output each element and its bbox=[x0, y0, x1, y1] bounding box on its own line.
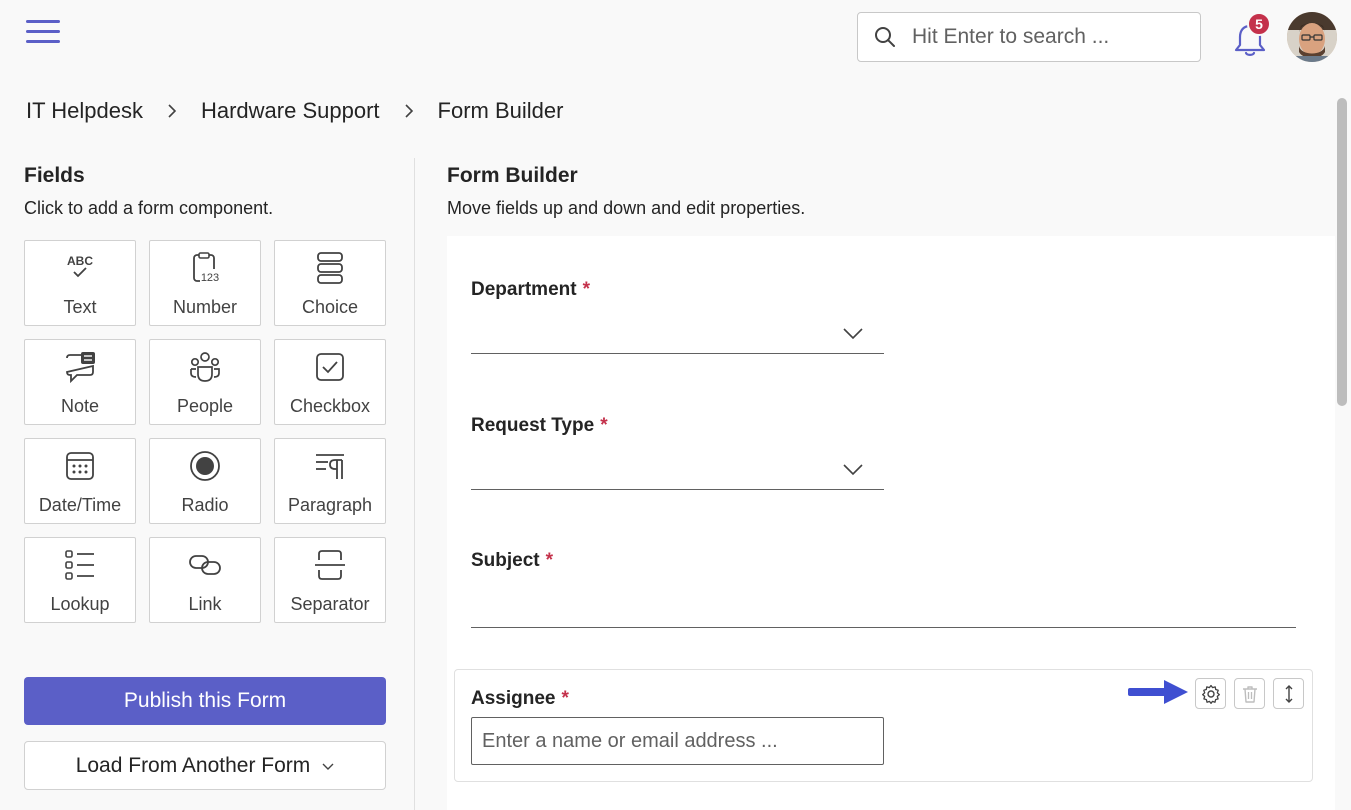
avatar[interactable] bbox=[1287, 12, 1337, 62]
search-input[interactable] bbox=[910, 24, 1190, 50]
field-tile-checkbox[interactable]: Checkbox bbox=[274, 339, 386, 425]
scrollbar-thumb[interactable] bbox=[1337, 98, 1347, 406]
field-tile-date-time[interactable]: Date/Time bbox=[24, 438, 136, 524]
move-field-button[interactable] bbox=[1273, 678, 1304, 709]
required-marker: * bbox=[600, 415, 608, 436]
department-dropdown[interactable] bbox=[471, 320, 884, 354]
field-label-text: Assignee bbox=[471, 688, 556, 709]
breadcrumb: IT Helpdesk Hardware Support Form Builde… bbox=[26, 98, 563, 124]
radio-icon bbox=[190, 451, 220, 481]
field-tile-paragraph[interactable]: Paragraph bbox=[274, 438, 386, 524]
checkbox-icon bbox=[316, 353, 344, 381]
breadcrumb-item-it-helpdesk[interactable]: IT Helpdesk bbox=[26, 98, 143, 124]
field-tile-label: Radio bbox=[181, 495, 229, 515]
delete-field-button[interactable] bbox=[1234, 678, 1265, 709]
settings-gear-icon bbox=[1201, 684, 1220, 704]
field-tile-choice[interactable]: Choice bbox=[274, 240, 386, 326]
load-button-label: Load From Another Form bbox=[75, 753, 311, 777]
chevron-down-icon bbox=[843, 464, 863, 476]
assignee-label: Assignee * bbox=[471, 688, 569, 710]
notification-badge: 5 bbox=[1247, 12, 1271, 36]
field-tile-label: Link bbox=[188, 594, 222, 614]
field-tile-separator[interactable]: Separator bbox=[274, 537, 386, 623]
field-settings-button[interactable] bbox=[1195, 678, 1226, 709]
pointer-arrow-icon bbox=[1128, 680, 1188, 704]
note-icon bbox=[66, 352, 95, 384]
field-tile-label: Date/Time bbox=[38, 495, 122, 515]
panel-divider bbox=[414, 158, 415, 810]
field-label-text: Request Type bbox=[471, 415, 595, 436]
field-tile-number[interactable]: 123 Number bbox=[149, 240, 261, 326]
field-tile-lookup[interactable]: Lookup bbox=[24, 537, 136, 623]
field-tile-text[interactable]: ABC Text bbox=[24, 240, 136, 326]
hamburger-menu-icon[interactable] bbox=[26, 20, 60, 44]
required-marker: * bbox=[545, 550, 554, 571]
search-icon bbox=[875, 27, 895, 47]
field-tile-note[interactable]: Note bbox=[24, 339, 136, 425]
text-abc-icon: ABC bbox=[67, 254, 93, 278]
request-type-dropdown[interactable] bbox=[471, 456, 884, 490]
svg-text:ABC: ABC bbox=[67, 254, 93, 268]
fields-subtitle: Click to add a form component. bbox=[24, 198, 274, 218]
paragraph-icon bbox=[316, 454, 344, 479]
builder-title: Form Builder bbox=[447, 164, 578, 187]
breadcrumb-item-form-builder: Form Builder bbox=[437, 98, 564, 123]
avatar-image bbox=[1287, 12, 1337, 62]
field-palette: ABC Text 123 Number Choice Note People C… bbox=[24, 240, 386, 623]
department-label: Department * bbox=[471, 279, 590, 301]
breadcrumb-item-hardware-support[interactable]: Hardware Support bbox=[201, 98, 380, 124]
field-tile-radio[interactable]: Radio bbox=[149, 438, 261, 524]
field-tile-label: Lookup bbox=[50, 594, 110, 614]
number-123-icon: 123 bbox=[193, 252, 220, 284]
field-tile-label: Text bbox=[63, 297, 97, 317]
calendar-icon bbox=[66, 452, 94, 480]
delete-trash-icon bbox=[1242, 685, 1257, 703]
subject-label: Subject * bbox=[471, 550, 553, 572]
publish-form-button[interactable]: Publish this Form bbox=[24, 677, 386, 725]
subject-input[interactable] bbox=[471, 598, 1296, 628]
field-tile-label: Number bbox=[172, 297, 238, 317]
lookup-list-icon bbox=[65, 550, 94, 580]
field-label-text: Subject bbox=[471, 550, 540, 571]
chevron-right-icon bbox=[404, 104, 413, 118]
chevron-right-icon bbox=[168, 104, 177, 118]
move-arrows-icon bbox=[1285, 684, 1292, 703]
field-tile-link[interactable]: Link bbox=[149, 537, 261, 623]
field-tile-label: Note bbox=[60, 396, 100, 416]
fields-title: Fields bbox=[24, 164, 85, 187]
field-label-text: Department bbox=[471, 279, 577, 300]
svg-text:123: 123 bbox=[201, 272, 219, 284]
field-tile-label: Choice bbox=[301, 297, 359, 317]
chevron-down-icon bbox=[843, 328, 863, 340]
required-marker: * bbox=[582, 279, 590, 300]
search-box[interactable] bbox=[857, 12, 1201, 62]
field-tile-people[interactable]: People bbox=[149, 339, 261, 425]
request-type-label: Request Type * bbox=[471, 415, 608, 437]
link-icon bbox=[189, 555, 221, 575]
load-from-another-form-button[interactable]: Load From Another Form bbox=[24, 741, 386, 790]
required-marker: * bbox=[561, 688, 569, 709]
people-icon bbox=[190, 352, 220, 382]
choice-list-icon bbox=[317, 252, 343, 284]
field-tile-label: Checkbox bbox=[289, 396, 371, 416]
field-tile-label: Paragraph bbox=[287, 495, 373, 515]
field-tile-label: Separator bbox=[290, 594, 370, 614]
assignee-people-input[interactable] bbox=[471, 717, 884, 765]
builder-subtitle: Move fields up and down and edit propert… bbox=[447, 198, 806, 218]
chevron-down-icon bbox=[322, 763, 334, 770]
field-tile-label: People bbox=[176, 396, 234, 416]
separator-icon bbox=[315, 550, 345, 580]
